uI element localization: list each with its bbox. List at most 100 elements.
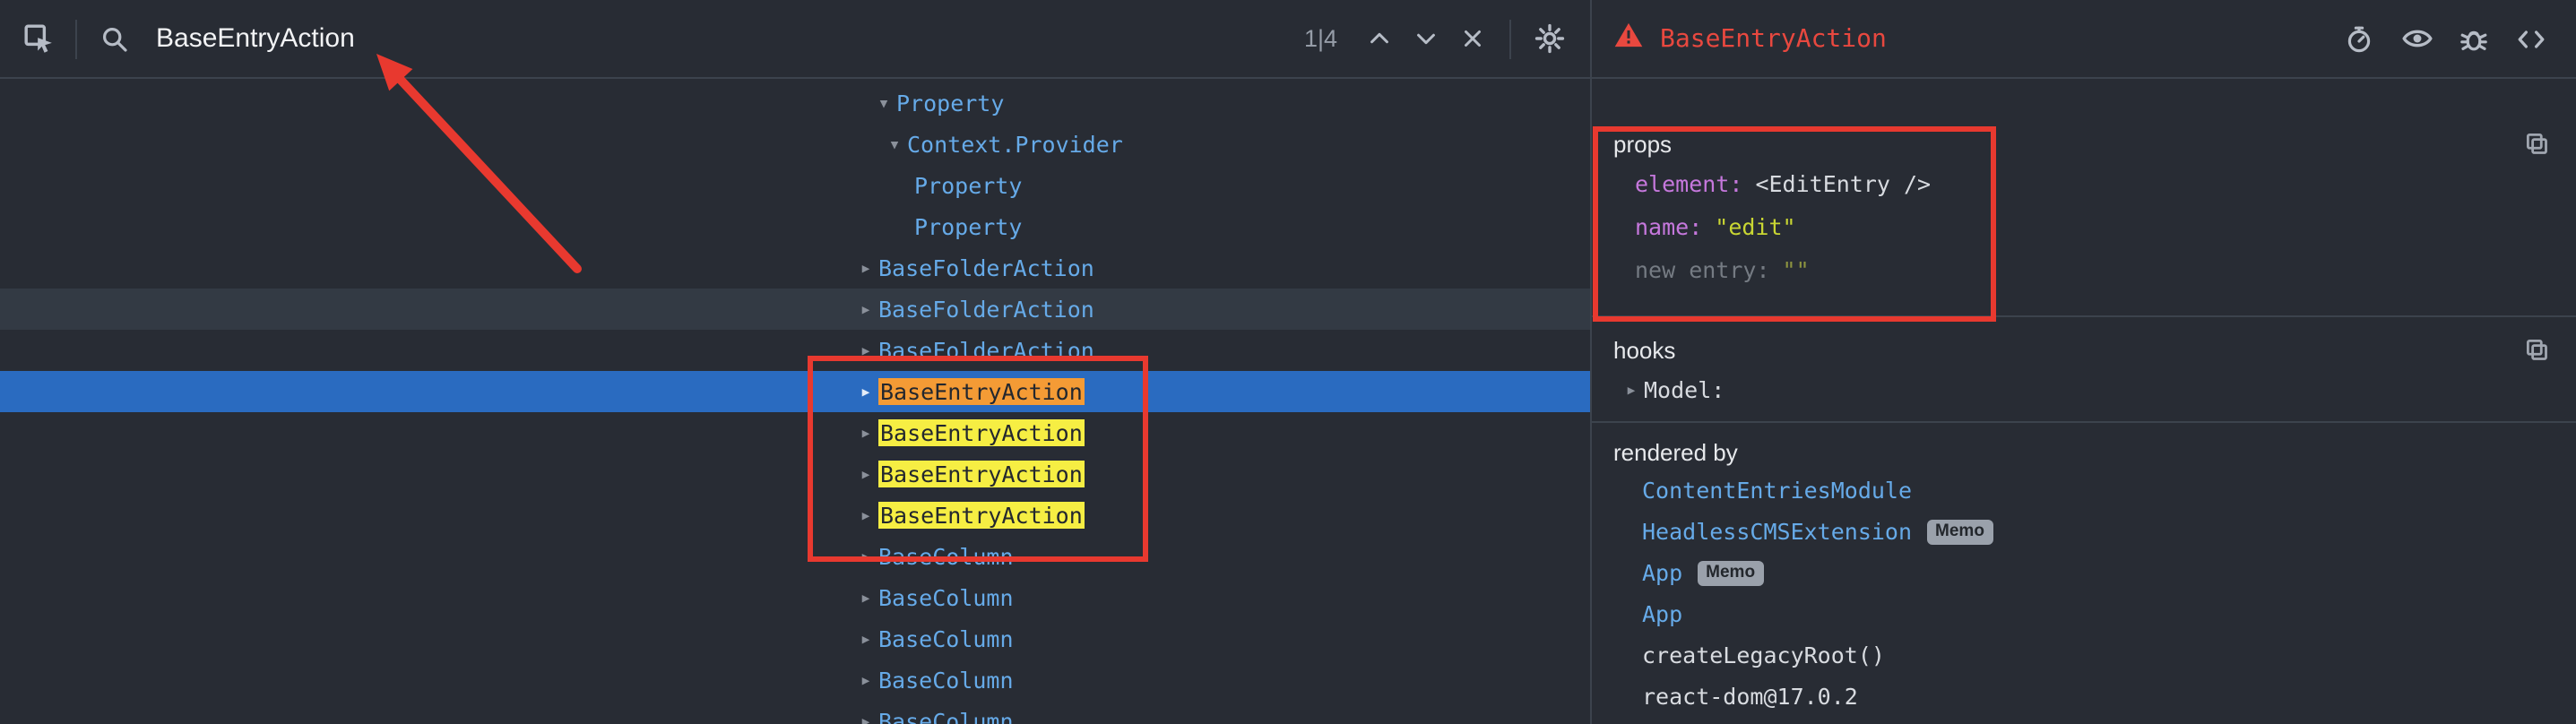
stopwatch-icon[interactable]: [2336, 15, 2382, 62]
prop-row: name: "edit": [1613, 204, 2554, 247]
copy-icon[interactable]: [2519, 332, 2554, 367]
code-brackets-icon[interactable]: [2508, 15, 2554, 62]
tree-row[interactable]: BaseColumn: [0, 618, 1590, 659]
hook-row[interactable]: Model:: [1613, 367, 2554, 410]
hooks-section: hooks Model:: [1592, 317, 2576, 423]
gear-icon[interactable]: [1526, 15, 1572, 62]
prop-value[interactable]: "edit": [1715, 212, 1795, 239]
chevron-right-icon[interactable]: [853, 412, 878, 453]
tree-row[interactable]: BaseColumn: [0, 577, 1590, 618]
new-prop-value[interactable]: "": [1783, 255, 1810, 282]
copy-icon[interactable]: [2519, 125, 2554, 161]
bug-icon[interactable]: [2451, 15, 2497, 62]
component-name-match: BaseEntryAction: [878, 419, 1085, 446]
tree-row[interactable]: Context.Provider: [0, 124, 1590, 165]
toolbar-divider: [75, 19, 77, 58]
tree-row[interactable]: Property: [0, 82, 1590, 124]
component-tree: Property Context.Provider Property Prope…: [0, 79, 1592, 724]
tree-row[interactable]: BaseColumn: [0, 536, 1590, 577]
chevron-right-icon[interactable]: [853, 701, 878, 724]
tree-row[interactable]: BaseEntryAction: [0, 495, 1590, 536]
chevron-right-icon[interactable]: [853, 577, 878, 618]
rendered-by-item: HeadlessCMSExtension Memo: [1613, 511, 2554, 552]
rendered-by-section: rendered by ContentEntriesModule Headles…: [1592, 423, 2576, 717]
tree-row[interactable]: Property: [0, 165, 1590, 206]
close-icon[interactable]: [1448, 15, 1495, 62]
chevron-down-icon[interactable]: [871, 82, 896, 124]
chevron-down-icon[interactable]: [882, 124, 907, 165]
chevron-right-icon[interactable]: [853, 371, 878, 412]
chevron-right-icon[interactable]: [853, 495, 878, 536]
react-version-label: react-dom@17.0.2: [1642, 683, 1858, 710]
tree-row[interactable]: BaseFolderAction: [0, 330, 1590, 371]
component-name: BaseFolderAction: [878, 296, 1094, 323]
memo-badge: Memo: [1926, 519, 1993, 544]
new-prop-row: new entry: "": [1613, 247, 2554, 290]
react-devtools-components-panel: 1|4: [0, 0, 2576, 724]
component-name: BaseColumn: [878, 584, 1014, 611]
component-name: BaseColumn: [878, 543, 1014, 570]
rendered-by-heading: rendered by: [1613, 438, 1738, 465]
tree-row[interactable]: BaseColumn: [0, 659, 1590, 701]
chevron-up-icon[interactable]: [1355, 15, 1402, 62]
details-header: BaseEntryAction: [1592, 0, 2576, 77]
tree-row[interactable]: BaseFolderAction: [0, 289, 1590, 330]
tree-toolbar: 1|4: [0, 0, 1592, 77]
chevron-right-icon[interactable]: [853, 289, 878, 330]
prop-value[interactable]: <EditEntry />: [1755, 169, 1931, 196]
component-name-match: BaseEntryAction: [878, 502, 1085, 529]
component-name: BaseColumn: [878, 667, 1014, 694]
component-name: Property: [914, 213, 1022, 240]
component-name: BaseColumn: [878, 625, 1014, 652]
component-name: Property: [914, 172, 1022, 199]
component-name: Context.Provider: [907, 131, 1123, 158]
tree-row[interactable]: BaseFolderAction: [0, 247, 1590, 289]
details-pane: props element: <EditEntry /> name: "edit…: [1592, 79, 2576, 724]
owner-link[interactable]: App: [1642, 600, 1682, 627]
hooks-heading: hooks: [1613, 336, 1675, 363]
component-name: BaseColumn: [878, 708, 1014, 724]
props-heading: props: [1613, 130, 1672, 157]
inspect-element-icon[interactable]: [14, 15, 61, 62]
prop-row: element: <EditEntry />: [1613, 161, 2554, 204]
prop-key: name:: [1635, 212, 1702, 239]
chevron-right-icon[interactable]: [853, 536, 878, 577]
chevron-down-icon[interactable]: [1402, 15, 1448, 62]
top-bar: 1|4: [0, 0, 2576, 79]
rendered-by-item: createLegacyRoot(): [1613, 634, 2554, 676]
toolbar-divider: [1509, 19, 1511, 58]
component-name: BaseFolderAction: [878, 337, 1094, 364]
component-name: BaseFolderAction: [878, 254, 1094, 281]
prop-key: element:: [1635, 169, 1742, 196]
tree-row-selected[interactable]: BaseEntryAction: [0, 371, 1590, 412]
selected-component-title: BaseEntryAction: [1660, 24, 1887, 53]
tree-row[interactable]: Property: [0, 206, 1590, 247]
rendered-by-item: App: [1613, 593, 2554, 634]
owner-link[interactable]: HeadlessCMSExtension: [1642, 518, 1912, 545]
props-section: props element: <EditEntry /> name: "edit…: [1592, 79, 2576, 317]
chevron-right-icon[interactable]: [853, 453, 878, 495]
eye-icon[interactable]: [2393, 15, 2440, 62]
chevron-right-icon[interactable]: [853, 247, 878, 289]
tree-row[interactable]: BaseEntryAction: [0, 453, 1590, 495]
chevron-right-icon[interactable]: [853, 659, 878, 701]
search-icon: [91, 15, 138, 62]
owner-link[interactable]: App: [1642, 559, 1682, 586]
rendered-by-item: ContentEntriesModule: [1613, 470, 2554, 511]
tree-row[interactable]: BaseColumn: [0, 701, 1590, 724]
component-name: Property: [896, 90, 1004, 116]
chevron-right-icon[interactable]: [853, 618, 878, 659]
new-prop-key[interactable]: new entry:: [1635, 255, 1770, 282]
tree-row[interactable]: BaseEntryAction: [0, 412, 1590, 453]
component-name-match: BaseEntryAction: [878, 461, 1085, 487]
owner-root-label: createLegacyRoot(): [1642, 642, 1885, 668]
search-result-count: 1|4: [1304, 25, 1337, 52]
owner-link[interactable]: ContentEntriesModule: [1642, 477, 1912, 504]
chevron-right-icon[interactable]: [1619, 377, 1644, 401]
search-input[interactable]: [152, 22, 1290, 56]
warning-triangle-icon: [1613, 19, 1644, 58]
component-name-current-match: BaseEntryAction: [878, 378, 1085, 405]
memo-badge: Memo: [1697, 560, 1764, 585]
rendered-by-item: react-dom@17.0.2: [1613, 676, 2554, 717]
chevron-right-icon[interactable]: [853, 330, 878, 371]
